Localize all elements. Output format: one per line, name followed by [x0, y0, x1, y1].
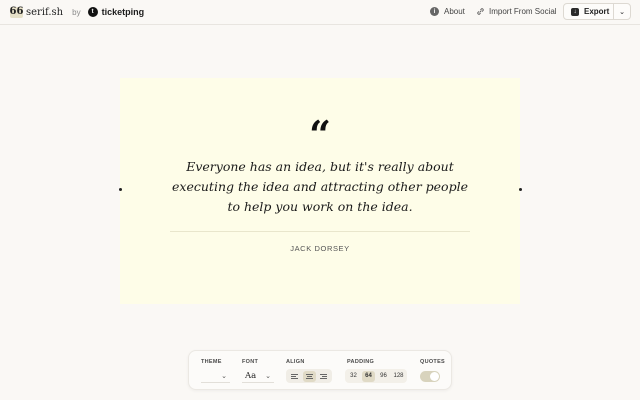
padding-option-64[interactable]: 64: [362, 370, 375, 382]
style-toolbar: THEME FONT ALIGN PADDING QUOTES ⌄ Aa ⌄ 3…: [188, 350, 452, 390]
font-select[interactable]: Aa ⌄: [242, 369, 274, 383]
brand[interactable]: 66 serif.sh by t ticketping: [10, 5, 144, 19]
brand-by-text: by: [72, 7, 81, 17]
quote-card: “ Everyone has an idea, but it's really …: [120, 78, 520, 304]
brand-name: serif.sh: [26, 6, 64, 18]
quotes-toggle[interactable]: [420, 371, 440, 382]
chevron-down-icon: ⌄: [265, 372, 271, 380]
padding-option-96[interactable]: 96: [377, 371, 390, 382]
padding-group: 32 64 96 128: [345, 369, 407, 383]
import-from-social-link[interactable]: Import From Social: [476, 7, 557, 16]
card-divider: [170, 231, 470, 232]
download-icon: ↓: [571, 7, 579, 16]
ticketping-logo-icon: t: [87, 7, 98, 17]
toggle-knob: [430, 372, 439, 381]
link-icon: [477, 8, 484, 15]
about-label: About: [444, 7, 465, 16]
quote-logo-icon: 66: [9, 6, 24, 18]
quote-text[interactable]: Everyone has an idea, but it's really ab…: [170, 157, 470, 217]
theme-select[interactable]: ⌄: [201, 369, 230, 383]
align-group: [286, 369, 332, 383]
align-left-button[interactable]: [288, 371, 301, 382]
import-label: Import From Social: [489, 7, 557, 16]
chevron-down-icon: ⌄: [221, 372, 227, 380]
export-button[interactable]: ↓ Export ⌄: [563, 3, 631, 20]
quote-author[interactable]: JACK DORSEY: [120, 244, 520, 253]
padding-label: PADDING: [347, 359, 375, 365]
padding-option-32[interactable]: 32: [347, 371, 360, 382]
padding-option-128[interactable]: 128: [392, 371, 405, 382]
align-center-button[interactable]: [302, 370, 316, 382]
top-bar: 66 serif.sh by t ticketping i About Impo…: [0, 0, 640, 25]
align-label: ALIGN: [286, 359, 305, 365]
quote-mark-icon: “: [309, 112, 331, 157]
chevron-down-icon[interactable]: ⌄: [613, 4, 630, 19]
resize-handle-right[interactable]: [519, 188, 522, 191]
export-label: Export: [584, 7, 610, 16]
partner-name: ticketping: [101, 7, 145, 17]
font-sample: Aa: [245, 370, 257, 381]
theme-label: THEME: [201, 359, 222, 365]
align-right-button[interactable]: [317, 371, 330, 382]
font-label: FONT: [242, 359, 259, 365]
quotes-label: QUOTES: [420, 359, 446, 365]
info-icon: i: [430, 7, 439, 16]
export-main[interactable]: ↓ Export: [564, 4, 613, 19]
about-link[interactable]: i About: [430, 7, 465, 16]
resize-handle-left[interactable]: [119, 188, 122, 191]
